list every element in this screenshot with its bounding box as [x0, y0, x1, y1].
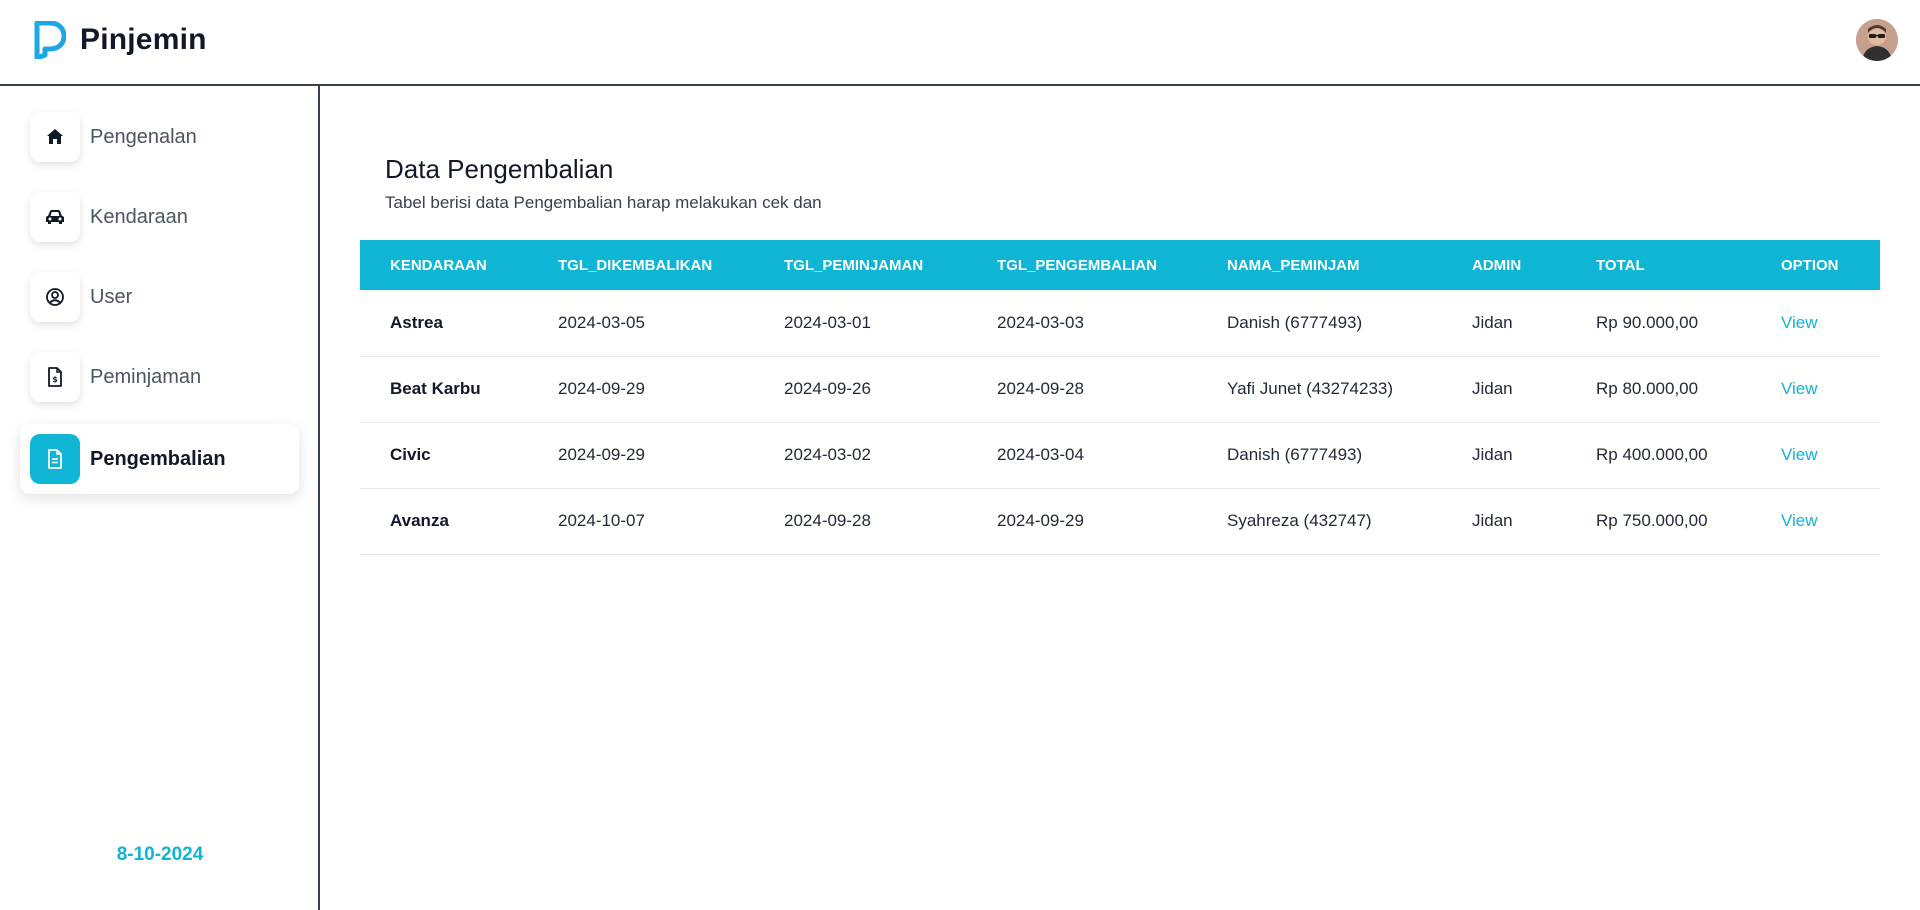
column-header-nama-peminjam: NAMA_PEMINJAM	[1227, 256, 1360, 274]
sidebar: Pengenalan Kendaraan User $ Peminjaman P…	[0, 86, 320, 910]
avatar-image	[1856, 19, 1898, 61]
cell-kendaraan: Avanza	[390, 511, 449, 530]
column-header-kendaraan: KENDARAAN	[390, 256, 487, 274]
cell-nama-peminjam: Yafi Junet (43274233)	[1227, 379, 1394, 398]
sidebar-item-label: User	[90, 285, 133, 308]
cell-option: View	[1751, 488, 1880, 554]
cell-tgl-peminjaman: 2024-09-26	[784, 379, 871, 398]
sidebar-item-user[interactable]: User	[20, 266, 299, 328]
table-row: Astrea 2024-03-05 2024-03-01 2024-03-03 …	[360, 290, 1880, 356]
document-dollar-icon-box: $	[30, 352, 80, 402]
cell-tgl-pengembalian: 2024-03-04	[997, 445, 1084, 464]
cell-tgl-pengembalian: 2024-09-28	[997, 379, 1084, 398]
sidebar-item-label: Kendaraan	[90, 205, 188, 228]
document-dollar-icon: $	[48, 367, 62, 387]
cell-nama-peminjam: Syahreza (432747)	[1227, 511, 1372, 530]
view-link[interactable]: View	[1781, 313, 1818, 332]
cell-kendaraan: Civic	[390, 445, 431, 464]
column-header-tgl-pengembalian: TGL_PENGEMBALIAN	[997, 256, 1158, 274]
table-row: Civic 2024-09-29 2024-03-02 2024-03-04 D…	[360, 422, 1880, 488]
cell-kendaraan: Beat Karbu	[390, 379, 481, 398]
user-circle-icon-box	[30, 272, 80, 322]
table-row: Beat Karbu 2024-09-29 2024-09-26 2024-09…	[360, 356, 1880, 422]
svg-text:$: $	[52, 375, 58, 384]
brand[interactable]: Pinjemin	[34, 20, 207, 60]
cell-tgl-dikembalikan: 2024-09-29	[558, 379, 645, 398]
p-logo-icon	[34, 21, 66, 59]
sidebar-item-pengembalian[interactable]: Pengembalian	[20, 424, 299, 494]
cell-tgl-pengembalian: 2024-03-03	[997, 312, 1084, 332]
cell-total: Rp 80.000,00	[1596, 379, 1699, 398]
table-row: Avanza 2024-10-07 2024-09-28 2024-09-29 …	[360, 488, 1880, 554]
sidebar-item-label: Pengembalian	[90, 447, 226, 470]
column-header-admin: ADMIN	[1472, 256, 1522, 274]
sidebar-date: 8-10-2024	[116, 844, 204, 865]
home-icon	[47, 129, 63, 144]
cell-tgl-dikembalikan: 2024-10-07	[558, 511, 645, 530]
cell-tgl-peminjaman: 2024-09-28	[784, 511, 871, 530]
cell-tgl-dikembalikan: 2024-09-29	[558, 445, 645, 464]
cell-option: View	[1751, 422, 1880, 488]
cell-tgl-peminjaman: 2024-03-01	[784, 312, 871, 332]
view-link[interactable]: View	[1781, 445, 1818, 464]
home-icon-box	[30, 112, 80, 162]
cell-total: Rp 750.000,00	[1596, 511, 1708, 530]
user-circle-icon	[46, 288, 64, 306]
main-content: Data Pengembalian Tabel berisi data Peng…	[322, 86, 1920, 910]
data-table-container: KENDARAAN TGL_DIKEMBALIKAN TGL_PEMINJAMA…	[360, 240, 1880, 555]
app-name: Pinjemin	[80, 23, 207, 56]
top-header: Pinjemin	[0, 0, 1920, 86]
cell-total: Rp 90.000,00	[1596, 312, 1699, 332]
sidebar-item-label: Pengenalan	[90, 125, 197, 148]
cell-option: View	[1751, 290, 1880, 356]
cell-nama-peminjam: Danish (6777493)	[1227, 445, 1363, 464]
document-text-icon-box	[30, 434, 80, 484]
cell-option: View	[1751, 356, 1880, 422]
view-link[interactable]: View	[1781, 379, 1818, 398]
cell-nama-peminjam: Danish (6777493)	[1227, 312, 1363, 332]
cell-admin: Jidan	[1472, 379, 1513, 398]
sidebar-item-peminjaman[interactable]: $ Peminjaman	[20, 346, 299, 408]
cell-kendaraan: Astrea	[390, 312, 443, 332]
column-header-total: TOTAL	[1596, 256, 1645, 274]
sidebar-item-kendaraan[interactable]: Kendaraan	[20, 186, 299, 248]
car-icon-box	[30, 192, 80, 242]
document-text-icon	[48, 449, 62, 469]
sidebar-item-label: Peminjaman	[90, 365, 202, 388]
column-header-option: OPTION	[1781, 256, 1839, 274]
cell-tgl-pengembalian: 2024-09-29	[997, 511, 1084, 530]
cell-total: Rp 400.000,00	[1596, 445, 1708, 464]
view-link[interactable]: View	[1781, 511, 1818, 530]
cell-admin: Jidan	[1472, 445, 1513, 464]
car-icon	[46, 210, 64, 224]
cell-tgl-peminjaman: 2024-03-02	[784, 445, 871, 464]
column-header-tgl-dikembalikan: TGL_DIKEMBALIKAN	[558, 256, 713, 274]
page-title: Data Pengembalian	[385, 154, 614, 184]
table-header-row: KENDARAAN TGL_DIKEMBALIKAN TGL_PEMINJAMA…	[360, 240, 1880, 290]
cell-tgl-dikembalikan: 2024-03-05	[558, 312, 645, 332]
user-avatar[interactable]	[1856, 19, 1898, 61]
cell-admin: Jidan	[1472, 312, 1513, 332]
pengembalian-table: KENDARAAN TGL_DIKEMBALIKAN TGL_PEMINJAMA…	[360, 240, 1880, 555]
sidebar-item-pengenalan[interactable]: Pengenalan	[20, 106, 299, 168]
page-subtitle: Tabel berisi data Pengembalian harap mel…	[385, 193, 822, 212]
cell-admin: Jidan	[1472, 511, 1513, 530]
column-header-tgl-peminjaman: TGL_PEMINJAMAN	[784, 256, 924, 274]
